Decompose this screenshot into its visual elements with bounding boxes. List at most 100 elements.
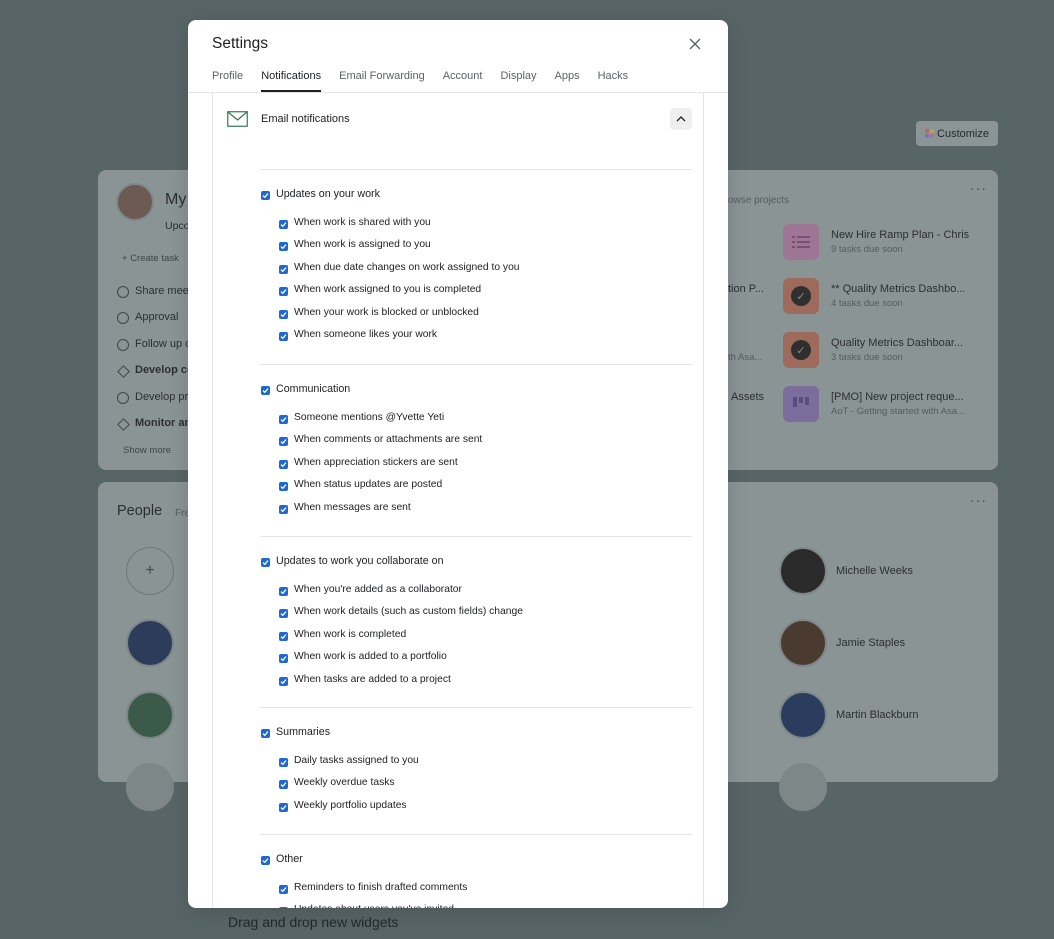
item-checkbox[interactable] — [279, 482, 288, 491]
project-check-icon: ✓ — [783, 332, 819, 368]
check-icon — [280, 334, 287, 340]
item-checkbox[interactable] — [279, 437, 288, 446]
item-checkbox[interactable] — [279, 609, 288, 618]
project-sub-partial: th Asa... — [728, 352, 763, 363]
tab-notifications[interactable]: Notifications — [261, 68, 321, 92]
item-label: When status updates are posted — [294, 479, 443, 490]
check-icon — [280, 266, 287, 272]
person-name[interactable]: Michelle Weeks — [836, 565, 913, 577]
task-item[interactable]: Develop pr — [135, 391, 188, 403]
group-checkbox[interactable] — [261, 558, 270, 567]
item-label: When due date changes on work assigned t… — [294, 261, 520, 273]
item-checkbox[interactable] — [279, 631, 288, 641]
more-options-icon[interactable]: ··· — [970, 492, 987, 508]
task-item[interactable]: Follow up c — [135, 338, 191, 350]
project-name-partial[interactable]: tion P... — [728, 283, 764, 295]
task-check-icon — [117, 286, 129, 298]
item-checkbox[interactable] — [279, 780, 288, 789]
project-sub: 4 tasks due soon — [831, 298, 903, 309]
project-name[interactable]: ** Quality Metrics Dashbo... — [831, 283, 966, 295]
my-tasks-tab[interactable]: Upco — [165, 220, 190, 232]
item-checkbox[interactable] — [279, 504, 288, 514]
chevron-up-icon — [676, 116, 686, 122]
group-checkbox[interactable] — [261, 729, 270, 738]
group-label: Updates on your work — [276, 188, 380, 200]
item-label: When comments or attachments are sent — [294, 434, 483, 445]
customize-button[interactable]: Customize — [916, 121, 998, 146]
project-name[interactable]: [PMO] New project reque... — [831, 391, 964, 403]
avatar[interactable] — [126, 691, 174, 739]
group-checkbox[interactable] — [261, 856, 270, 865]
item-checkbox[interactable] — [279, 884, 288, 894]
item-checkbox[interactable] — [279, 459, 288, 469]
item-checkbox[interactable] — [279, 757, 288, 767]
close-icon[interactable] — [688, 37, 702, 51]
create-task-button[interactable]: + Create task — [122, 253, 179, 264]
avatar[interactable] — [779, 763, 827, 811]
my-tasks-title: My — [165, 191, 187, 208]
item-label: Reminders to finish drafted comments — [294, 881, 468, 893]
task-item[interactable]: Develop co — [135, 364, 194, 376]
check-icon — [280, 244, 287, 250]
item-label: When your work is blocked or unblocked — [294, 306, 479, 318]
check-icon — [280, 311, 287, 317]
item-checkbox[interactable] — [279, 802, 288, 812]
item-checkbox[interactable] — [279, 676, 288, 686]
item-label: Weekly portfolio updates — [294, 799, 407, 811]
tab-hacks[interactable]: Hacks — [598, 68, 629, 92]
check-icon — [262, 858, 269, 864]
show-more-link[interactable]: Show more — [123, 445, 171, 456]
group-checkbox[interactable] — [261, 191, 270, 200]
project-name[interactable]: New Hire Ramp Plan - Chris — [831, 229, 969, 241]
item-checkbox[interactable] — [279, 332, 288, 341]
group-label: Communication — [276, 383, 351, 395]
item-checkbox[interactable] — [279, 907, 288, 908]
project-name-partial[interactable]: Assets — [731, 391, 764, 403]
task-item[interactable]: Share mee — [135, 285, 189, 297]
item-checkbox[interactable] — [279, 264, 288, 274]
tab-email-forwarding[interactable]: Email Forwarding — [339, 68, 425, 92]
item-checkbox[interactable] — [279, 309, 288, 319]
project-list-icon — [783, 224, 819, 260]
check-icon — [280, 416, 287, 422]
tab-display[interactable]: Display — [500, 68, 536, 92]
person-name[interactable]: Martin Blackburn — [836, 709, 919, 721]
task-item[interactable]: Monitor an — [135, 417, 191, 429]
task-item[interactable]: Approval — [135, 311, 178, 323]
check-icon — [280, 588, 287, 594]
plus-icon: + — [145, 562, 155, 579]
item-checkbox[interactable] — [279, 287, 288, 296]
item-checkbox[interactable] — [279, 219, 288, 229]
avatar[interactable] — [779, 547, 827, 595]
check-icon — [280, 804, 287, 810]
collapse-button[interactable] — [670, 108, 692, 130]
person-name[interactable]: Jamie Staples — [836, 637, 905, 649]
section-divider — [260, 364, 692, 365]
check-icon — [280, 759, 287, 765]
group-checkbox[interactable] — [261, 386, 270, 395]
item-label: When someone likes your work — [294, 329, 438, 340]
project-name[interactable]: Quality Metrics Dashboar... — [831, 337, 963, 349]
tab-account[interactable]: Account — [443, 68, 483, 92]
item-label: When work details (such as custom fields… — [294, 606, 523, 617]
check-icon — [280, 506, 287, 512]
item-checkbox[interactable] — [279, 654, 288, 663]
my-avatar — [116, 183, 154, 221]
item-checkbox[interactable] — [279, 414, 288, 424]
avatar[interactable] — [126, 763, 174, 811]
customize-label: Customize — [937, 127, 989, 140]
avatar[interactable] — [779, 691, 827, 739]
avatar[interactable] — [126, 619, 174, 667]
browse-projects-link[interactable]: owse projects — [728, 195, 789, 206]
item-label: Daily tasks assigned to you — [294, 754, 419, 766]
more-options-icon[interactable]: ··· — [970, 180, 987, 196]
tab-profile[interactable]: Profile — [212, 68, 243, 92]
group-label: Updates to work you collaborate on — [276, 555, 444, 567]
tab-apps[interactable]: Apps — [555, 68, 580, 92]
project-board-icon — [783, 386, 819, 422]
project-sub: 9 tasks due soon — [831, 244, 903, 255]
invite-button[interactable]: + — [126, 547, 174, 595]
item-checkbox[interactable] — [279, 586, 288, 596]
avatar[interactable] — [779, 619, 827, 667]
item-checkbox[interactable] — [279, 242, 288, 251]
